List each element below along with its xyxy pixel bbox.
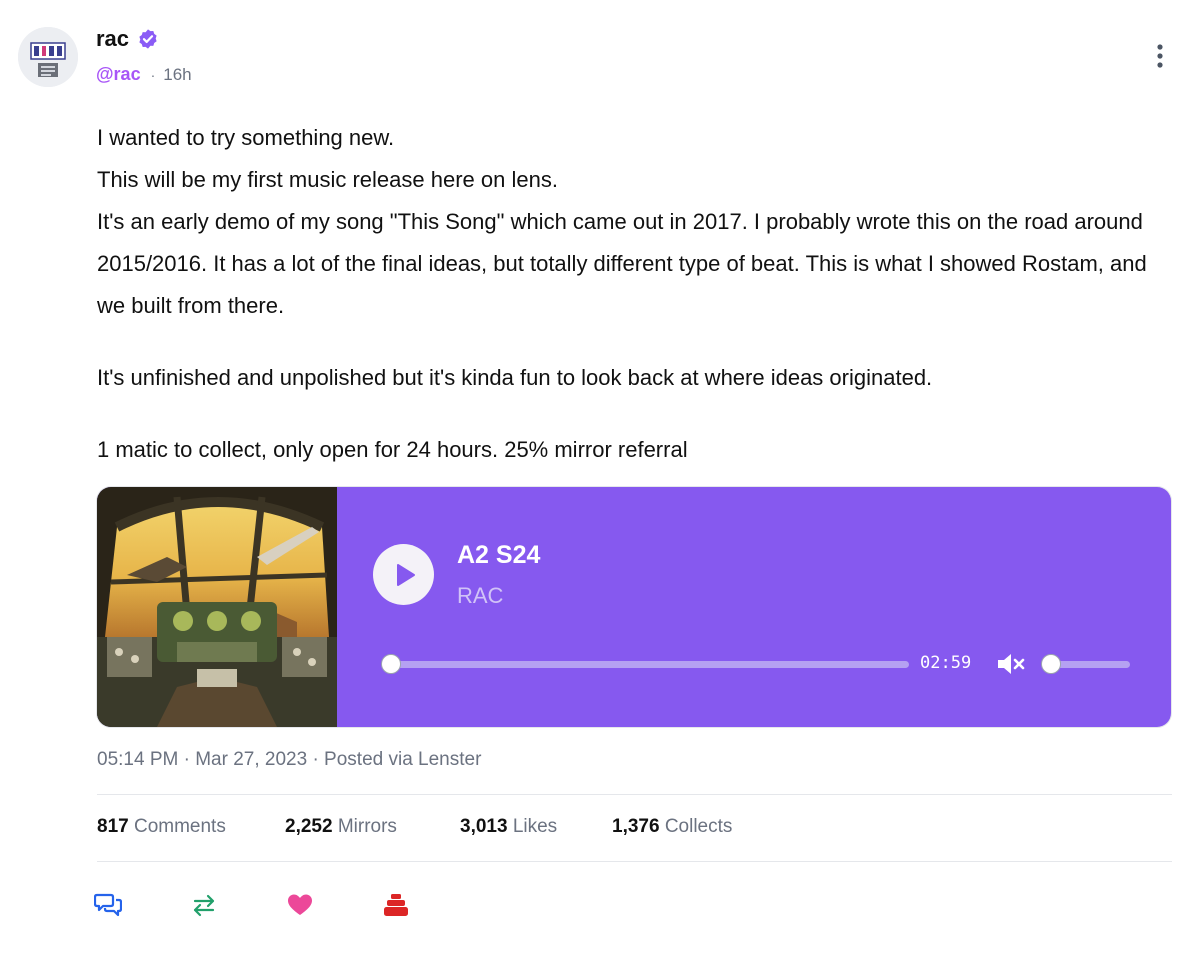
stat-count: 817 xyxy=(97,816,129,837)
seek-slider-thumb[interactable] xyxy=(381,654,401,674)
post-body: I wanted to try something new. This will… xyxy=(97,117,1177,471)
stat-label: Collects xyxy=(664,816,733,837)
post-line: This will be my first music release here… xyxy=(97,167,558,192)
avatar[interactable] xyxy=(18,27,78,87)
stat-label: Mirrors xyxy=(337,816,397,837)
stat-likes[interactable]: 3,013 Likes xyxy=(460,816,612,838)
divider xyxy=(97,794,1172,795)
comment-icon xyxy=(94,893,122,917)
post-time-ago[interactable]: 16h xyxy=(163,65,191,85)
stat-collects[interactable]: 1,376 Collects xyxy=(612,816,732,838)
more-vertical-icon xyxy=(1157,44,1163,68)
post-line: It's unfinished and unpolished but it's … xyxy=(97,365,933,390)
post-meta: 05:14 PM · Mar 27, 2023 · Posted via Len… xyxy=(97,749,482,770)
divider xyxy=(97,861,1172,862)
post-line: I wanted to try something new. xyxy=(97,125,395,150)
post-line: 1 matic to collect, only open for 24 hou… xyxy=(97,437,688,462)
stat-label: Comments xyxy=(133,816,226,837)
volume-slider-thumb[interactable] xyxy=(1041,654,1061,674)
author-handle-row: @rac · 16h xyxy=(96,64,192,85)
mirror-button[interactable] xyxy=(190,891,218,919)
stat-comments[interactable]: 817 Comments xyxy=(97,816,285,838)
collect-button[interactable] xyxy=(382,891,410,919)
more-options-button[interactable] xyxy=(1146,40,1174,72)
seek-slider[interactable] xyxy=(391,661,909,668)
post-line: It's an early demo of my song "This Song… xyxy=(97,209,1147,318)
verified-badge-icon xyxy=(137,28,159,50)
display-name[interactable]: rac xyxy=(96,26,129,52)
mirror-icon xyxy=(193,894,215,917)
stat-mirrors[interactable]: 2,252 Mirrors xyxy=(285,816,460,838)
author-handle[interactable]: @rac xyxy=(96,64,141,85)
track-artist: RAC xyxy=(457,583,504,608)
stats-row: 817 Comments 2,252 Mirrors 3,013 Likes 1… xyxy=(97,816,732,838)
stat-label: Likes xyxy=(512,816,558,837)
stat-count: 1,376 xyxy=(612,816,660,837)
mute-button[interactable] xyxy=(996,652,1026,676)
album-cover-image xyxy=(97,487,337,727)
like-button[interactable] xyxy=(286,891,314,919)
separator-dot: · xyxy=(150,66,156,83)
volume-muted-icon xyxy=(998,654,1025,674)
track-title: A2 S24 xyxy=(457,541,541,569)
audio-player-card: A2 S24 RAC 02:59 xyxy=(97,487,1171,727)
track-duration: 02:59 xyxy=(920,653,972,673)
play-button[interactable] xyxy=(373,544,434,605)
comment-button[interactable] xyxy=(94,891,122,919)
author-name-row: rac xyxy=(96,26,159,52)
collect-icon xyxy=(384,894,408,916)
stat-count: 2,252 xyxy=(285,816,333,837)
avatar-image xyxy=(18,27,78,87)
play-icon xyxy=(397,564,415,586)
stat-count: 3,013 xyxy=(460,816,508,837)
heart-icon xyxy=(288,894,312,915)
